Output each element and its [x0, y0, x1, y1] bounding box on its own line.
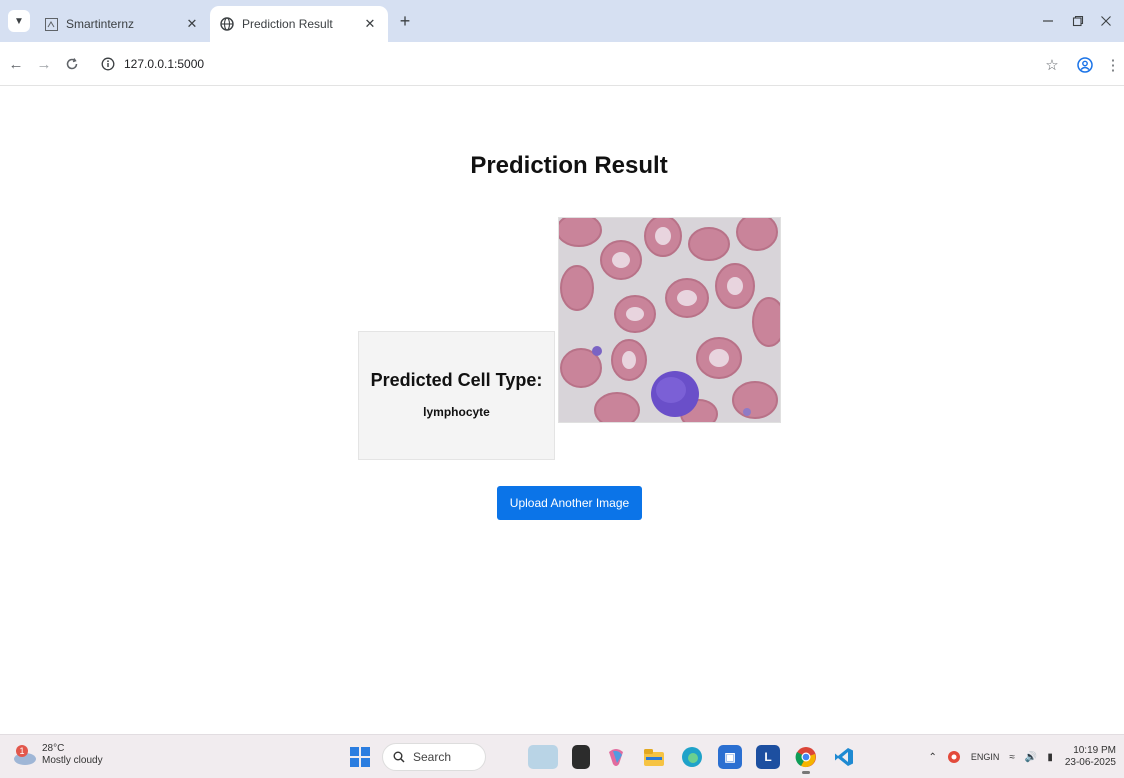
file-explorer-icon[interactable] — [642, 745, 666, 769]
search-placeholder: Search — [413, 750, 452, 764]
chrome-icon[interactable] — [794, 745, 818, 774]
address-bar[interactable]: 127.0.0.1:5000 — [92, 49, 1062, 79]
reload-button[interactable] — [62, 54, 82, 74]
tray-app-icon[interactable] — [947, 750, 961, 764]
windows-taskbar: 1 28°C Mostly cloudy Search ▣ L ⌃ ENG IN… — [0, 734, 1124, 778]
upload-another-image-button[interactable]: Upload Another Image — [497, 486, 642, 520]
close-icon[interactable]: ✕ — [184, 16, 200, 32]
tab-smartinternz[interactable]: Smartinternz ✕ — [34, 6, 210, 42]
prediction-card: Predicted Cell Type: lymphocyte — [358, 331, 555, 460]
close-icon[interactable]: ✕ — [362, 16, 378, 32]
chevron-down-icon: ▼ — [14, 15, 24, 27]
clock-time: 10:19 PM — [1073, 745, 1116, 756]
arrow-right-icon: → — [36, 55, 52, 73]
close-icon — [1101, 16, 1111, 26]
close-window-button[interactable] — [1094, 10, 1118, 32]
star-icon: ☆ — [1045, 57, 1059, 74]
tab-title: Prediction Result — [242, 17, 333, 31]
blood-smear-image — [558, 217, 781, 423]
predicted-cell-type-label: Predicted Cell Type: — [370, 370, 543, 390]
system-tray: ⌃ ENG IN ≈ 🔊 ▮ 10:19 PM 23-06-2025 — [918, 741, 1116, 773]
taskbar-apps: Search ▣ L — [350, 742, 856, 774]
task-view-icon[interactable] — [572, 745, 590, 769]
region-code: IN — [990, 751, 1000, 762]
browser-toolbar: ← → 127.0.0.1:5000 ☆ ⋮ — [0, 42, 1124, 86]
profile-button[interactable] — [1074, 54, 1096, 76]
bookmark-button[interactable]: ☆ — [1041, 54, 1063, 76]
tab-strip: ▼ Smartinternz ✕ Prediction Result ✕ + — [0, 0, 1124, 42]
arrow-left-icon: ← — [8, 55, 24, 73]
globe-icon — [220, 17, 234, 31]
url-text: 127.0.0.1:5000 — [124, 57, 205, 71]
weather-widget[interactable]: 1 28°C Mostly cloudy — [12, 743, 103, 767]
windows-start-icon[interactable] — [350, 747, 370, 767]
tab-search-button[interactable]: ▼ — [8, 10, 30, 32]
plus-icon: + — [399, 10, 411, 31]
cloud-icon: 1 — [12, 743, 38, 767]
more-vert-icon: ⋮ — [1105, 57, 1121, 74]
weather-temperature: 28°C — [42, 743, 65, 754]
svg-text:1: 1 — [19, 746, 24, 756]
language-code: ENG — [970, 751, 991, 762]
forward-button[interactable]: → — [34, 54, 54, 74]
search-icon — [393, 751, 405, 763]
restore-icon — [1072, 15, 1084, 27]
volume-icon[interactable]: 🔊 — [1025, 752, 1037, 763]
vscode-icon[interactable] — [832, 745, 856, 769]
language-indicator[interactable]: ENG IN — [971, 752, 1000, 763]
clock[interactable]: 10:19 PM 23-06-2025 — [1065, 745, 1116, 769]
smartinternz-favicon-icon — [44, 17, 58, 31]
predicted-cell-type-value: lymphocyte — [423, 405, 490, 419]
clock-date: 23-06-2025 — [1064, 757, 1116, 768]
weather-condition: Mostly cloudy — [42, 755, 103, 766]
chevron-up-icon[interactable]: ⌃ — [928, 752, 936, 763]
reload-icon — [66, 58, 78, 70]
page-title: Prediction Result — [470, 152, 668, 179]
tab-title: Smartinternz — [66, 17, 135, 31]
restore-button[interactable] — [1066, 10, 1090, 32]
profile-icon — [1077, 57, 1093, 73]
battery-icon[interactable]: ▮ — [1047, 752, 1053, 763]
store-icon[interactable]: ▣ — [718, 745, 742, 769]
minimize-button[interactable] — [1036, 10, 1060, 32]
back-button[interactable]: ← — [6, 54, 26, 74]
edge-browser-icon[interactable] — [680, 745, 704, 769]
widgets-icon[interactable] — [528, 745, 558, 769]
wifi-icon[interactable]: ≈ — [1009, 752, 1015, 763]
menu-button[interactable]: ⋮ — [1102, 54, 1124, 76]
minimize-icon — [1043, 20, 1053, 22]
taskbar-search[interactable]: Search — [382, 743, 486, 771]
new-tab-button[interactable]: + — [394, 10, 416, 32]
copilot-icon[interactable] — [604, 745, 628, 769]
cell-image-graphic — [559, 218, 780, 422]
tab-prediction-result[interactable]: Prediction Result ✕ — [210, 6, 388, 42]
site-info-icon[interactable] — [98, 54, 118, 74]
screen: ▼ Smartinternz ✕ Prediction Result ✕ + ←… — [0, 0, 1124, 778]
launcher-l-icon[interactable]: L — [756, 745, 780, 769]
